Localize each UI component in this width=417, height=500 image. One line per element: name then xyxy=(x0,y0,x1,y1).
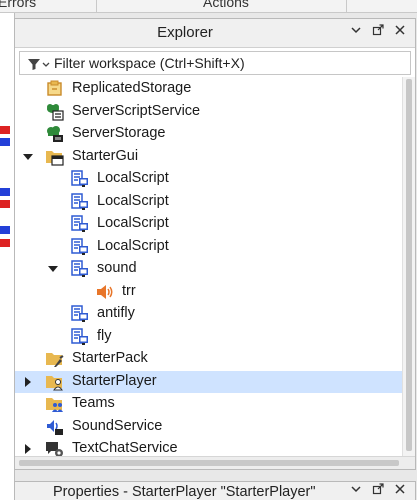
explorer-title: Explorer xyxy=(157,24,213,41)
filter-workspace-input[interactable] xyxy=(54,54,404,72)
tree-item-localscript[interactable]: LocalScript xyxy=(15,236,403,258)
properties-title: Properties - StarterPlayer "StarterPlaye… xyxy=(53,484,316,500)
expand-arrow-icon[interactable] xyxy=(21,374,35,390)
replicated-storage-icon xyxy=(45,80,65,98)
tree-item-trr[interactable]: trr xyxy=(15,281,403,303)
properties-panel: Properties - StarterPlayer "StarterPlaye… xyxy=(14,481,416,500)
collapse-arrow-icon[interactable] xyxy=(21,149,35,165)
output-marker xyxy=(0,200,10,208)
filter-workspace-field[interactable] xyxy=(19,51,411,75)
chevron-down-icon[interactable] xyxy=(347,482,365,500)
starter-pack-icon xyxy=(45,350,65,368)
tree-item-label: TextChatService xyxy=(72,440,178,456)
close-icon[interactable] xyxy=(391,482,409,500)
local-script-icon xyxy=(70,260,90,278)
tree-item-starterpack[interactable]: StarterPack xyxy=(15,348,403,370)
tree-item-label: antifly xyxy=(97,305,135,321)
tree-item-starterplayer[interactable]: StarterPlayer xyxy=(15,370,403,393)
tree-item-label: fly xyxy=(97,327,112,344)
local-script-icon xyxy=(70,215,90,233)
collapse-arrow-icon[interactable] xyxy=(46,261,60,277)
explorer-tree: ReplicatedStorage ServerScriptService Serv… xyxy=(15,78,403,458)
server-script-service-icon xyxy=(45,103,65,121)
tree-item-label: StarterGui xyxy=(72,147,139,164)
local-script-icon xyxy=(70,327,90,346)
tree-item-label: LocalScript xyxy=(97,170,169,186)
output-marker xyxy=(0,126,10,134)
output-marker xyxy=(0,188,10,196)
horizontal-scrollbar[interactable] xyxy=(15,456,415,469)
adjacent-panel-edge xyxy=(0,13,15,500)
tree-item-label: Teams xyxy=(72,395,115,411)
output-marker xyxy=(0,226,10,234)
scrollbar-thumb[interactable] xyxy=(19,460,399,466)
tree-item-label: StarterPack xyxy=(72,350,148,366)
tree-item-teams[interactable]: Teams xyxy=(15,393,403,415)
tree-item-serverscriptservice[interactable]: ServerScriptService xyxy=(15,101,403,123)
sound-service-icon xyxy=(45,418,65,436)
undock-icon[interactable] xyxy=(369,23,387,41)
tree-item-label: sound xyxy=(97,260,137,276)
tree-item-label: SoundService xyxy=(72,417,163,434)
tree-item-label: LocalScript xyxy=(97,215,169,231)
output-marker xyxy=(0,138,10,146)
vertical-scrollbar[interactable] xyxy=(402,77,415,458)
tree-item-localscript[interactable]: LocalScript xyxy=(15,213,403,235)
tab-actions[interactable]: Actions xyxy=(203,0,249,10)
tree-item-replicatedstorage[interactable]: ReplicatedStorage xyxy=(15,78,403,100)
explorer-header: Explorer xyxy=(15,19,415,48)
expand-arrow-icon[interactable] xyxy=(21,441,35,457)
tree-item-label: ServerStorage xyxy=(72,125,166,141)
tree-item-sound[interactable]: sound xyxy=(15,258,403,280)
server-storage-icon xyxy=(45,125,65,143)
tree-item-label: StarterPlayer xyxy=(72,372,157,389)
sound-icon xyxy=(95,283,115,301)
teams-icon xyxy=(45,395,65,413)
tree-item-localscript[interactable]: LocalScript xyxy=(15,191,403,213)
scrollbar-thumb[interactable] xyxy=(406,79,412,451)
tree-item-serverstorage[interactable]: ServerStorage xyxy=(15,123,403,145)
local-script-icon xyxy=(70,305,90,323)
tree-item-label: trr xyxy=(122,282,136,299)
top-tab-strip: Errors Actions xyxy=(0,0,417,13)
local-script-icon xyxy=(70,237,90,256)
output-marker xyxy=(0,239,10,247)
starter-player-icon xyxy=(45,373,65,391)
close-icon[interactable] xyxy=(391,23,409,41)
tree-item-startergui[interactable]: StarterGui xyxy=(15,146,403,168)
tree-item-localscript[interactable]: LocalScript xyxy=(15,168,403,190)
chevron-down-icon[interactable] xyxy=(347,23,365,41)
tree-item-soundservice[interactable]: SoundService xyxy=(15,416,403,438)
tree-item-label: ReplicatedStorage xyxy=(72,80,192,96)
explorer-panel: Explorer ReplicatedStorage ServerScriptSe… xyxy=(14,18,416,470)
tree-item-label: ServerScriptService xyxy=(72,102,201,119)
starter-gui-icon xyxy=(45,148,65,166)
local-script-icon xyxy=(70,192,90,211)
undock-icon[interactable] xyxy=(369,482,387,500)
filter-icon[interactable] xyxy=(26,56,52,72)
tab-errors[interactable]: Errors xyxy=(0,0,36,10)
tree-item-label: LocalScript xyxy=(97,237,169,254)
tab-divider xyxy=(96,0,97,12)
tab-divider xyxy=(346,0,347,12)
tree-item-fly[interactable]: fly xyxy=(15,326,403,348)
tree-item-antifly[interactable]: antifly xyxy=(15,303,403,325)
local-script-icon xyxy=(70,170,90,188)
tree-item-label: LocalScript xyxy=(97,192,169,209)
